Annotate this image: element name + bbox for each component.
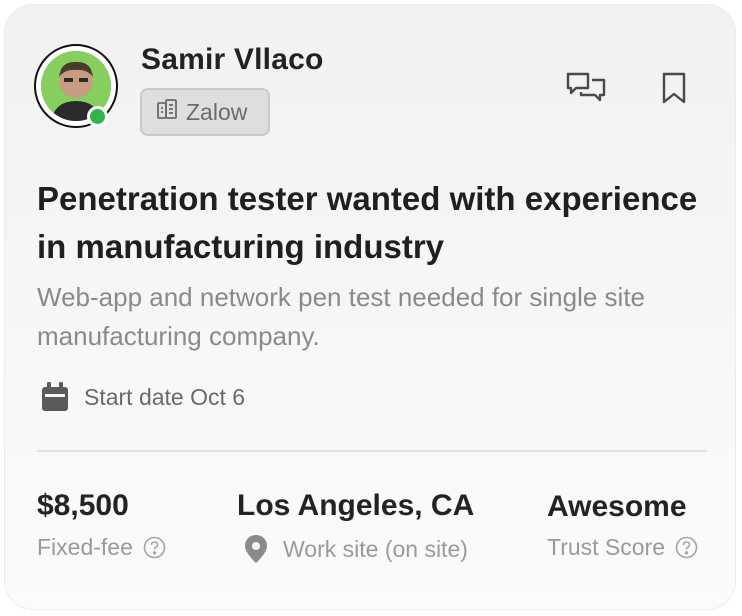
job-title[interactable]: Penetration tester wanted with experienc… <box>37 175 717 271</box>
trust-score-label: Trust Score <box>547 534 666 560</box>
job-description: Web-app and network pen test needed for … <box>37 282 646 351</box>
price-value: $8,500 <box>37 489 129 522</box>
trust-value: Awesome <box>547 490 687 523</box>
help-icon[interactable] <box>675 536 698 559</box>
start-date-label: Start date Oct 6 <box>84 383 246 410</box>
bookmark-button[interactable] <box>659 68 689 108</box>
location-pin-icon <box>245 535 267 563</box>
message-button[interactable] <box>564 68 608 108</box>
calendar-icon <box>42 382 68 411</box>
poster-name[interactable]: Samir Vllaco <box>141 43 324 77</box>
location-value: Los Angeles, CA <box>237 489 475 522</box>
building-icon <box>156 98 178 126</box>
price-type-label: Fixed-fee <box>37 534 133 560</box>
company-name: Zalow <box>186 98 248 125</box>
help-icon[interactable] <box>143 536 166 559</box>
trust-score: Trust Score <box>547 534 698 561</box>
job-card[interactable]: Samir Vllaco Zalow Penetration tester wa… <box>5 5 735 609</box>
start-date: Start date Oct 6 <box>40 381 245 413</box>
bookmark-icon <box>662 72 686 104</box>
price-type: Fixed-fee <box>37 534 166 561</box>
work-site-label: Work site (on site) <box>283 535 468 562</box>
divider <box>37 450 707 452</box>
chat-bubbles-icon <box>566 72 606 102</box>
work-site: Work site (on site) <box>243 534 468 564</box>
company-badge[interactable]: Zalow <box>140 88 270 136</box>
online-status-dot <box>87 106 108 127</box>
